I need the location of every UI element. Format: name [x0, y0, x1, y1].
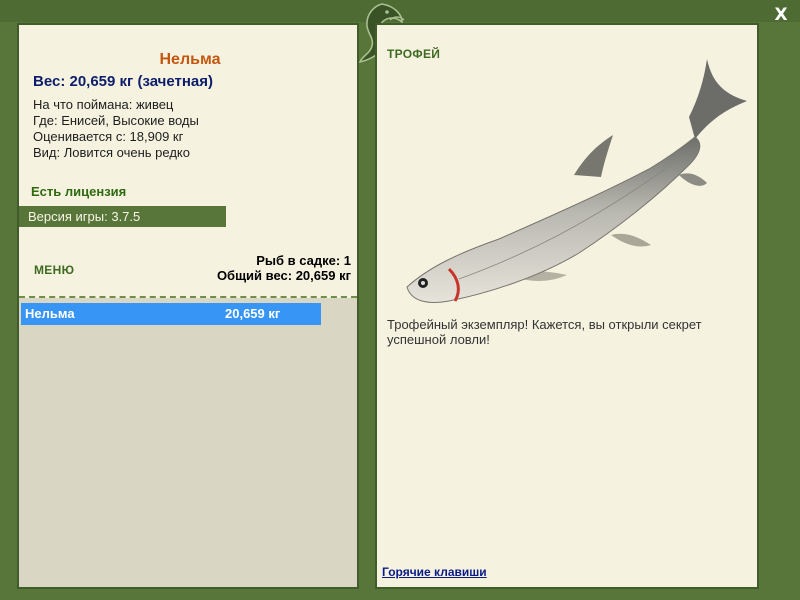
right-gutter — [759, 23, 800, 600]
fish-name: Нельма — [159, 51, 221, 68]
catch-weight: 20,659 кг — [225, 306, 281, 321]
hotkeys-link[interactable]: Горячие клавиши — [382, 565, 487, 579]
fish-info-panel: Нельма Вес: 20,659 кг (зачетная) На что … — [17, 23, 359, 589]
bottom-band — [0, 589, 800, 600]
valued-from-info: Оценивается с: 18,909 кг — [33, 129, 184, 144]
close-button[interactable]: X — [772, 6, 790, 24]
panel-divider — [359, 23, 375, 589]
fish-weight: Вес: 20,659 кг (зачетная) — [33, 73, 214, 90]
rarity-info: Вид: Ловится очень редко — [33, 145, 190, 160]
license-status: Есть лицензия — [31, 184, 127, 199]
catch-name: Нельма — [25, 306, 75, 321]
fish-image — [406, 59, 747, 303]
list-item[interactable]: Нельма 20,659 кг — [21, 303, 321, 325]
catch-list: Нельма 20,659 кг — [19, 298, 357, 587]
keepnet-total-weight: Общий вес: 20,659 кг — [216, 268, 351, 283]
keepnet-count: Рыб в садке: 1 — [256, 253, 351, 268]
keepnet-summary: Рыб в садке: 1 Общий вес: 20,659 кг — [217, 253, 351, 283]
menu-button[interactable]: МЕНЮ — [34, 263, 74, 277]
bait-info: На что поймана: живец — [33, 97, 174, 112]
game-version: Версия игры: 3.7.5 — [19, 206, 226, 227]
trophy-message: Трофейный экземпляр! Кажется, вы открыли… — [387, 317, 702, 347]
trophy-panel: ТРОФЕЙ Трофейный экземпляр! Кажется, вы … — [375, 23, 759, 589]
location-info: Где: Енисей, Высокие воды — [33, 113, 199, 128]
